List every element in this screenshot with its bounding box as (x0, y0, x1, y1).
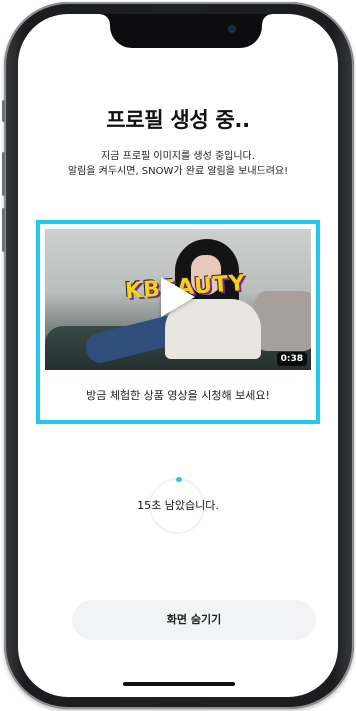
thumbnail-blanket (255, 291, 311, 351)
subtitle-line-1: 지금 프로필 이미지를 생성 중입니다. (101, 151, 255, 162)
video-caption: 방금 체험한 상품 영상을 시청해 보세요! (86, 389, 270, 402)
video-card[interactable]: KBEAUTY 0:38 방금 체험한 상품 영상을 시청해 보세요! (36, 220, 320, 424)
play-icon[interactable] (161, 277, 195, 317)
video-duration: 0:38 (276, 352, 307, 366)
countdown-text: 15초 남았습니다. (137, 499, 219, 512)
mute-switch (2, 100, 5, 122)
spinner-indicator (176, 477, 182, 482)
hide-screen-button[interactable]: 화면 숨기기 (72, 600, 316, 640)
notch (100, 14, 272, 48)
subtitle-line-2: 알림을 켜두시면, SNOW가 완료 알림을 보내드려요! (67, 166, 289, 177)
volume-up-button (2, 152, 5, 196)
page-title: 프로필 생성 중.. (106, 108, 250, 132)
video-thumbnail[interactable]: KBEAUTY 0:38 (45, 229, 311, 370)
volume-down-button (2, 208, 5, 252)
home-indicator (123, 682, 235, 686)
front-camera (228, 25, 236, 33)
